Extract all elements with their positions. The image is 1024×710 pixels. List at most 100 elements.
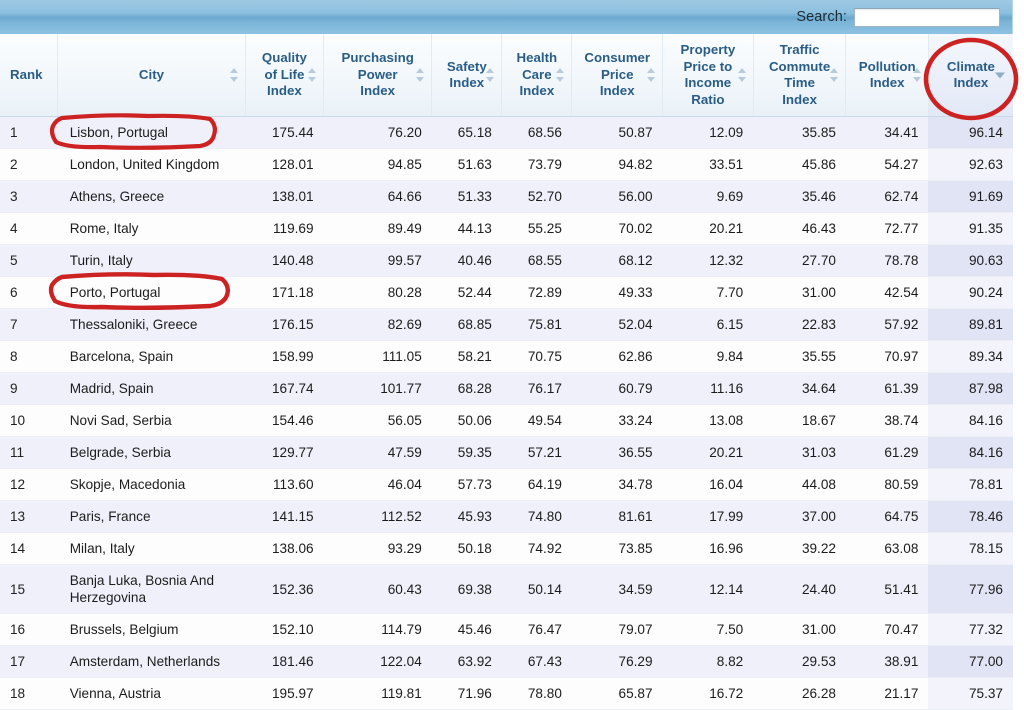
- header-label: Consumer: [584, 50, 651, 66]
- cell-rank: 2: [0, 148, 58, 181]
- cell-climate: 87.98: [928, 372, 1013, 405]
- cell-safety: 51.63: [431, 148, 502, 181]
- sort-chevron-icon[interactable]: [912, 68, 922, 82]
- cell-safety: 68.85: [431, 308, 502, 341]
- cell-rank: 13: [0, 500, 58, 533]
- cell-city: Thessaloniki, Greece: [57, 308, 246, 341]
- cell-quality: 176.15: [245, 308, 324, 341]
- table-row[interactable]: 2 London, United Kingdom 128.01 94.85 51.63 7…: [0, 148, 1013, 181]
- table-row[interactable]: 8 Barcelona, Spain 158.99 111.05 58.21 70.75 6…: [0, 340, 1013, 373]
- column-header-rank[interactable]: Rank: [0, 34, 59, 117]
- table-header: Rank City Quality of Life Index Purchasi…: [0, 34, 1013, 117]
- sort-descending-icon[interactable]: [995, 72, 1006, 79]
- cell-poll: 80.59: [845, 468, 929, 501]
- column-header-consumer-price-index[interactable]: Consumer Price Index: [571, 34, 664, 117]
- cell-rank: 9: [0, 372, 58, 405]
- search-input[interactable]: [854, 7, 1000, 27]
- cell-safety: 71.96: [431, 677, 502, 710]
- cell-cpi: 50.87: [571, 116, 663, 149]
- cell-safety: 58.21: [431, 340, 502, 373]
- sort-chevron-icon[interactable]: [229, 68, 239, 82]
- cell-traffic: 31.03: [753, 436, 846, 469]
- sort-chevron-icon[interactable]: [486, 68, 495, 82]
- cell-prop: 6.15: [662, 308, 754, 341]
- cell-health: 78.80: [501, 677, 572, 710]
- cell-power: 60.43: [323, 564, 432, 614]
- cell-city: Amsterdam, Netherlands: [57, 645, 246, 678]
- sort-chevron-icon[interactable]: [737, 68, 747, 82]
- table-row[interactable]: 15 Banja Luka, Bosnia And Herzegovina 152.…: [0, 564, 1013, 614]
- cell-poll: 62.74: [845, 180, 929, 213]
- table-row[interactable]: 7 Thessaloniki, Greece 176.15 82.69 68.85 75.…: [0, 308, 1013, 341]
- table-row[interactable]: 17 Amsterdam, Netherlands 181.46 122.04 63.9…: [0, 645, 1013, 678]
- cell-health: 67.43: [501, 645, 572, 678]
- cell-quality: 167.74: [245, 372, 324, 405]
- cell-power: 89.49: [323, 212, 432, 245]
- table-row[interactable]: 16 Brussels, Belgium 152.10 114.79 45.46 76.4…: [0, 613, 1013, 646]
- sort-chevron-icon[interactable]: [308, 68, 317, 82]
- cell-traffic: 27.70: [753, 244, 846, 277]
- cell-power: 112.52: [323, 500, 432, 533]
- column-header-safety-index[interactable]: Safety Index: [431, 34, 503, 117]
- cell-cpi: 56.00: [571, 180, 663, 213]
- cell-traffic: 26.28: [753, 677, 846, 710]
- cell-traffic: 18.67: [753, 404, 846, 437]
- cell-city: Skopje, Macedonia: [57, 468, 246, 501]
- cell-cpi: 49.33: [571, 276, 663, 309]
- table-row[interactable]: 10 Novi Sad, Serbia 154.46 56.05 50.06 49.54 3…: [0, 404, 1013, 437]
- cell-health: 49.54: [501, 404, 572, 437]
- cell-city: Milan, Italy: [57, 532, 246, 565]
- cell-power: 111.05: [323, 340, 432, 373]
- table-row[interactable]: 1 Lisbon, Portugal 175.44 76.20 65.18 68.56 50…: [0, 116, 1013, 149]
- cell-prop: 7.50: [662, 613, 754, 646]
- cell-rank: 10: [0, 404, 58, 437]
- column-header-pollution-index[interactable]: Pollution Index: [845, 34, 929, 117]
- cell-poll: 42.54: [845, 276, 929, 309]
- cell-health: 50.14: [501, 564, 572, 614]
- cell-power: 119.81: [323, 677, 432, 710]
- table-row[interactable]: 4 Rome, Italy 119.69 89.49 44.13 55.25 70.02 20…: [0, 212, 1013, 245]
- column-header-property-price-to-income-ratio[interactable]: Property Price to Income Ratio: [662, 34, 754, 117]
- table-row[interactable]: 18 Vienna, Austria 195.97 119.81 71.96 78.80 6…: [0, 677, 1013, 710]
- column-header-traffic-commute-time-index[interactable]: Traffic Commute Time Index: [753, 34, 847, 117]
- sort-chevron-icon[interactable]: [416, 68, 425, 82]
- header-label: Power: [357, 66, 398, 82]
- cell-quality: 152.10: [245, 613, 324, 646]
- sort-chevron-icon[interactable]: [647, 68, 656, 82]
- table-row[interactable]: 14 Milan, Italy 138.06 93.29 50.18 74.92 73.85…: [0, 532, 1013, 565]
- table-row[interactable]: 5 Turin, Italy 140.48 99.57 40.46 68.55 68.12 1…: [0, 244, 1013, 277]
- column-header-city[interactable]: City: [57, 34, 246, 117]
- sort-chevron-icon[interactable]: [556, 68, 565, 82]
- cell-safety: 51.33: [431, 180, 502, 213]
- search-control: Search:: [796, 0, 1000, 34]
- cell-poll: 61.39: [845, 372, 929, 405]
- header-row: Rank City Quality of Life Index Purchasi…: [0, 34, 1013, 117]
- cell-cpi: 79.07: [571, 613, 663, 646]
- cell-rank: 12: [0, 468, 58, 501]
- cell-prop: 12.32: [662, 244, 754, 277]
- table-row[interactable]: 13 Paris, France 141.15 112.52 45.93 74.80 81.…: [0, 500, 1013, 533]
- cell-prop: 11.16: [662, 372, 754, 405]
- column-header-climate-index[interactable]: Climate Index: [928, 34, 1013, 117]
- column-header-purchasing-power-index[interactable]: Purchasing Power Index: [323, 34, 433, 117]
- cell-safety: 52.44: [431, 276, 502, 309]
- table-row[interactable]: 6 Porto, Portugal 171.18 80.28 52.44 72.89 49.…: [0, 276, 1013, 309]
- cell-cpi: 62.86: [571, 340, 663, 373]
- cell-health: 70.75: [501, 340, 572, 373]
- search-label: Search:: [796, 9, 847, 25]
- cell-health: 68.56: [501, 116, 572, 149]
- table-row[interactable]: 3 Athens, Greece 138.01 64.66 51.33 52.70 56.0…: [0, 180, 1013, 213]
- header-label: Purchasing: [341, 50, 414, 66]
- column-header-health-care-index[interactable]: Health Care Index: [501, 34, 573, 117]
- table-row[interactable]: 11 Belgrade, Serbia 129.77 47.59 59.35 57.21 3…: [0, 436, 1013, 469]
- cell-traffic: 35.55: [753, 340, 846, 373]
- header-label: Index: [869, 75, 905, 90]
- table-row[interactable]: 12 Skopje, Macedonia 113.60 46.04 57.73 64.19…: [0, 468, 1013, 501]
- cell-prop: 13.08: [662, 404, 754, 437]
- cell-power: 64.66: [323, 180, 432, 213]
- cell-power: 93.29: [323, 532, 432, 565]
- table-row[interactable]: 9 Madrid, Spain 167.74 101.77 68.28 76.17 60.7…: [0, 372, 1013, 405]
- cell-prop: 20.21: [662, 436, 754, 469]
- column-header-quality-of-life-index[interactable]: Quality of Life Index: [245, 34, 325, 117]
- sort-chevron-icon[interactable]: [830, 68, 839, 82]
